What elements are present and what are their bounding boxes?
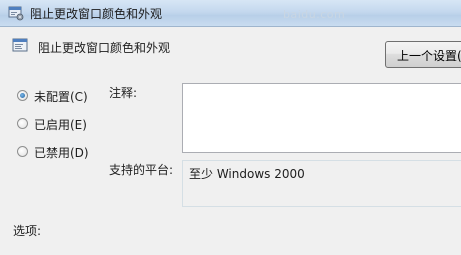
policy-setting-window: 阻止更改窗口颜色和外观 baidu.com 阻止更改窗口颜色和外观 上一个设置(…: [0, 0, 461, 255]
previous-setting-button[interactable]: 上一个设置(P): [385, 41, 461, 68]
policy-name: 阻止更改窗口颜色和外观: [38, 41, 171, 55]
window-title: 阻止更改窗口颜色和外观: [30, 7, 163, 21]
radio-button-checked[interactable]: [17, 90, 28, 101]
title-bar[interactable]: 阻止更改窗口颜色和外观 baidu.com: [0, 0, 461, 27]
supported-platform-label: 支持的平台:: [109, 163, 174, 177]
radio-label-enabled: 已启用(E): [34, 118, 87, 132]
comment-textarea[interactable]: [182, 83, 461, 153]
options-label: 选项:: [13, 224, 42, 238]
supported-platform-box: 至少 Windows 2000: [182, 160, 461, 207]
comment-label: 注释:: [109, 86, 138, 100]
radio-button[interactable]: [17, 118, 28, 129]
radio-label-not-configured: 未配置(C): [34, 90, 88, 104]
watermark-text: baidu.com: [283, 8, 346, 21]
supported-platform-value: 至少 Windows 2000: [189, 167, 305, 181]
policy-settings-icon: [8, 5, 24, 24]
radio-button[interactable]: [17, 146, 28, 157]
radio-label-disabled: 已禁用(D): [34, 146, 89, 160]
policy-settings-icon: [12, 37, 30, 58]
